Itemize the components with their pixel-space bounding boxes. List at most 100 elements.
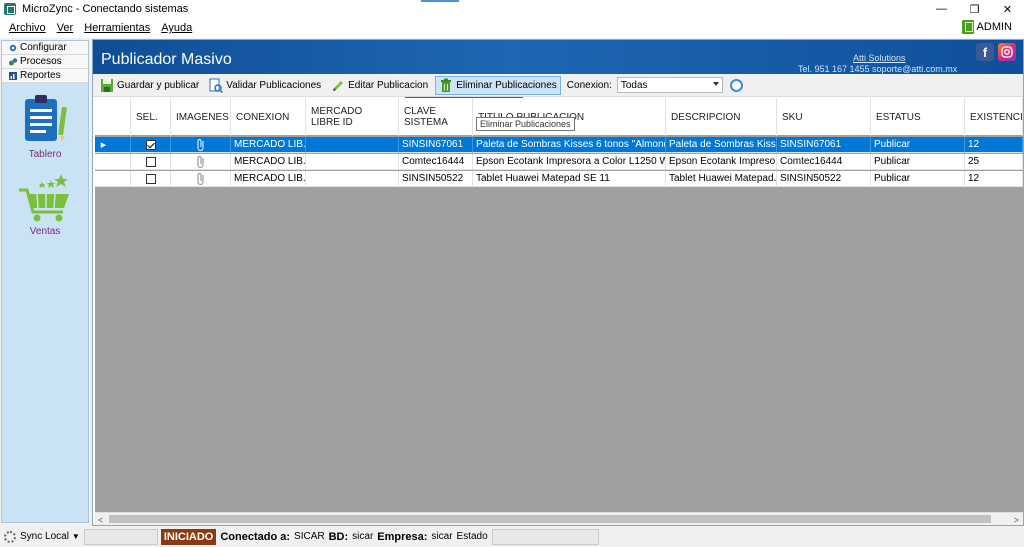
main-panel: Publicador Masivo Atti Solutions Tel. 95… xyxy=(92,39,1024,526)
instagram-glyph xyxy=(1001,46,1013,58)
col-estatus[interactable]: ESTATUS xyxy=(871,98,965,136)
scroll-right-icon[interactable]: > xyxy=(1014,515,1019,525)
select-checkbox[interactable] xyxy=(145,139,156,150)
menu-ver[interactable]: Ver xyxy=(57,22,74,34)
pencil-icon xyxy=(333,80,344,91)
gear-icon xyxy=(9,44,17,52)
cell-clave: SINSIN50522 xyxy=(399,171,473,187)
cell-conexion: MERCADO LIB... xyxy=(231,137,306,153)
cell-conexion: MERCADO LIB... xyxy=(231,154,306,170)
row-pointer-icon: ▶ xyxy=(100,141,107,149)
col-clave[interactable]: CLAVE SISTEMA xyxy=(399,98,473,136)
cell-sel[interactable] xyxy=(131,154,171,170)
header-banner: Publicador Masivo Atti Solutions Tel. 95… xyxy=(93,40,1023,74)
edit-button[interactable]: Editar Publicacion xyxy=(328,76,431,95)
company-value: sicar xyxy=(431,531,453,542)
validate-doc-icon xyxy=(209,78,224,93)
user-menu[interactable]: ADMIN xyxy=(961,20,1012,34)
cell-existencia: 12 xyxy=(965,137,1023,153)
col-descripcion[interactable]: DESCRIPCION xyxy=(666,98,777,136)
cell-imagenes[interactable] xyxy=(171,171,231,187)
nav-tile-ventas[interactable]: Ventas xyxy=(2,168,88,237)
row-indicator xyxy=(95,154,131,170)
company-label: Empresa: xyxy=(377,530,428,543)
window-controls: — ❐ ✕ xyxy=(925,0,1024,18)
table-row[interactable]: ▶ MERCADO LIB... SINSIN67061 Paleta de S… xyxy=(95,137,1023,153)
company-link[interactable]: Atti Solutions xyxy=(853,53,906,63)
facebook-icon[interactable]: f xyxy=(976,43,994,61)
edit-label: Editar Publicacion xyxy=(348,79,429,91)
col-sel[interactable]: SEL. xyxy=(131,98,171,136)
toolbar: Guardar y publicar Validar Publicaciones… xyxy=(93,74,1023,97)
facebook-letter: f xyxy=(982,44,988,60)
cell-clave: Comtec16444 xyxy=(399,154,473,170)
estado-label: Estado xyxy=(456,531,488,542)
app-icon xyxy=(4,3,16,15)
nav-procesos[interactable]: Procesos xyxy=(2,55,88,69)
close-button[interactable]: ✕ xyxy=(991,0,1024,18)
table-row[interactable]: MERCADO LIB... Comtec16444 Epson Ecotank… xyxy=(95,154,1023,170)
save-icon xyxy=(101,78,113,92)
cell-clave: SINSIN67061 xyxy=(399,137,473,153)
title-accent xyxy=(421,0,459,2)
clipboard-icon xyxy=(25,95,67,142)
nav-tile-tablero[interactable]: Tablero xyxy=(2,91,88,160)
estado-box xyxy=(491,528,599,545)
cell-existencia: 25 xyxy=(965,154,1023,170)
title-bar: MicroZync - Conectando sistemas — ❐ ✕ xyxy=(0,0,1024,18)
paperclip-icon[interactable] xyxy=(196,155,206,169)
menu-bar: Archivo Ver Herramientas Ayuda ADMIN xyxy=(0,18,1024,38)
sync-label[interactable]: Sync Local xyxy=(20,531,69,542)
minimize-button[interactable]: — xyxy=(925,0,958,18)
nav-configurar[interactable]: Configurar xyxy=(2,41,88,55)
scroll-thumb[interactable] xyxy=(109,515,991,523)
cell-imagenes[interactable] xyxy=(171,137,231,153)
col-existencia[interactable]: EXISTENCIA xyxy=(965,98,1023,136)
report-icon xyxy=(9,72,17,80)
nav-reportes-label: Reportes xyxy=(20,70,61,81)
cell-ml-id xyxy=(306,171,399,187)
delete-button[interactable]: Eliminar Publicaciones xyxy=(435,75,561,95)
cell-titulo: Tablet Huawei Matepad SE 11 xyxy=(473,171,666,187)
menu-ayuda[interactable]: Ayuda xyxy=(161,22,192,34)
row-header-corner xyxy=(95,98,131,136)
validate-button[interactable]: Validar Publicaciones xyxy=(206,76,324,95)
connection-label: Conexion: xyxy=(566,79,612,91)
table-row[interactable]: MERCADO LIB... SINSIN50522 Tablet Huawei… xyxy=(95,171,1023,187)
col-sku[interactable]: SKU xyxy=(777,98,871,136)
horizontal-scrollbar[interactable]: < > xyxy=(95,512,1023,525)
refresh-icon[interactable] xyxy=(729,78,743,92)
connected-label: Conectado a: xyxy=(220,530,291,543)
maximize-button[interactable]: ❐ xyxy=(958,0,991,18)
cell-sel[interactable] xyxy=(131,137,171,153)
connected-value: SICAR xyxy=(294,531,325,542)
paperclip-icon[interactable] xyxy=(196,138,206,152)
cell-sel[interactable] xyxy=(131,171,171,187)
validate-label: Validar Publicaciones xyxy=(226,79,322,91)
connection-value: Todas xyxy=(620,79,648,91)
select-checkbox[interactable] xyxy=(145,173,156,184)
col-ml-id[interactable]: MERCADO LIBRE ID xyxy=(306,98,399,136)
menu-herramientas[interactable]: Herramientas xyxy=(84,22,150,34)
save-publish-button[interactable]: Guardar y publicar xyxy=(97,76,202,95)
nav-procesos-label: Procesos xyxy=(20,56,62,67)
col-conexion[interactable]: CONEXION xyxy=(231,98,306,136)
dropdown-caret-icon[interactable]: ▼ xyxy=(72,532,80,541)
page-title: Publicador Masivo xyxy=(101,51,232,68)
nav-reportes[interactable]: Reportes xyxy=(2,69,88,83)
menu-archivo[interactable]: Archivo xyxy=(9,22,46,34)
instagram-icon[interactable] xyxy=(998,43,1016,61)
process-gears-icon xyxy=(9,58,18,66)
scroll-left-icon[interactable]: < xyxy=(98,515,103,525)
connection-select[interactable]: Todas xyxy=(616,77,723,93)
nav-configurar-label: Configurar xyxy=(20,42,67,53)
delete-label: Eliminar Publicaciones xyxy=(456,79,557,91)
col-imagenes[interactable]: IMAGENES xyxy=(171,98,231,136)
tile-tablero-label: Tablero xyxy=(28,149,62,160)
select-checkbox[interactable] xyxy=(145,156,156,167)
cell-imagenes[interactable] xyxy=(171,154,231,170)
cell-titulo: Epson Ecotank Impresora a Color L1250 Wi… xyxy=(473,154,666,170)
sync-spinner-icon xyxy=(4,530,16,543)
paperclip-icon[interactable] xyxy=(196,172,206,186)
publications-grid: SEL. IMAGENES CONEXION MERCADO LIBRE ID … xyxy=(95,98,1023,512)
